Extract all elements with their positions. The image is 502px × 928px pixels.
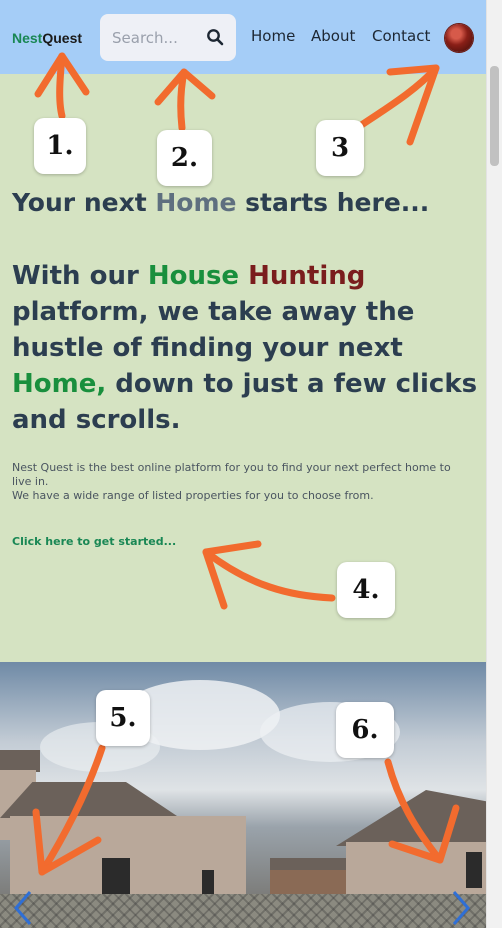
avatar[interactable] <box>445 24 473 52</box>
annotation-label-6: 6. <box>336 702 394 758</box>
hero-desc-line2: We have a wide range of listed propertie… <box>12 489 374 502</box>
annotation-arrow-4 <box>202 548 336 602</box>
nav-about-link[interactable]: About <box>311 27 355 45</box>
nav-contact-link[interactable]: Contact <box>372 27 430 45</box>
carousel-prev-icon[interactable] <box>8 888 38 928</box>
annotation-label-5: 5. <box>96 690 150 746</box>
search-input[interactable]: Search... <box>100 14 236 61</box>
hero-title: Your next Home starts here... <box>12 188 429 217</box>
search-icon[interactable] <box>206 28 224 46</box>
annotation-label-1: 1. <box>34 118 86 174</box>
house-left-window <box>102 858 130 894</box>
annotation-label-4: 4. <box>337 562 395 618</box>
hero-sub-part1: With our <box>12 261 148 291</box>
annotation-arrow-2 <box>177 68 188 132</box>
house-right-roof <box>336 790 486 846</box>
search-placeholder: Search... <box>112 29 178 47</box>
scrollbar-thumb[interactable] <box>490 66 499 166</box>
hero-title-pre: Your next <box>12 188 156 217</box>
annotation-label-2: 2. <box>157 130 212 186</box>
annotation-arrow-3 <box>356 64 440 130</box>
hero-sub-space <box>239 261 248 291</box>
hero-sub-part2: platform, we take away the hustle of fin… <box>12 297 415 363</box>
hero-title-highlight: Home <box>155 188 237 217</box>
hero-sub-home: Home, <box>12 369 107 399</box>
annotation-arrowhead-2 <box>154 68 216 106</box>
house-left-window <box>202 870 214 894</box>
hero-description: Nest Quest is the best online platform f… <box>12 461 472 503</box>
brand-quest: Quest <box>42 30 83 46</box>
annotation-label-3: 3 <box>316 120 364 176</box>
get-started-link[interactable]: Click here to get started... <box>12 535 176 548</box>
hero-sub-hunting: Hunting <box>248 261 366 291</box>
house-right-window <box>466 852 482 888</box>
hero-sub-house: House <box>147 261 240 291</box>
hero-desc-line1: Nest Quest is the best online platform f… <box>12 461 451 488</box>
nav-home-link[interactable]: Home <box>251 27 295 45</box>
page-viewport: NestQuest Search... Home About Contact Y… <box>0 0 486 928</box>
hero-title-post: starts here... <box>236 188 430 217</box>
annotation-arrowhead-4 <box>202 540 262 610</box>
page-scrollbar[interactable] <box>486 0 502 928</box>
brand-logo[interactable]: NestQuest <box>12 30 82 46</box>
property-carousel <box>0 662 486 928</box>
hero-subheading: With our House Hunting platform, we take… <box>12 258 482 438</box>
annotation-arrowhead-3 <box>386 64 440 146</box>
house-left-upper-roof <box>0 750 40 772</box>
brand-nest: Nest <box>12 30 43 46</box>
carousel-next-icon[interactable] <box>446 888 476 928</box>
fence <box>0 894 486 928</box>
navbar: NestQuest Search... Home About Contact <box>0 0 486 74</box>
